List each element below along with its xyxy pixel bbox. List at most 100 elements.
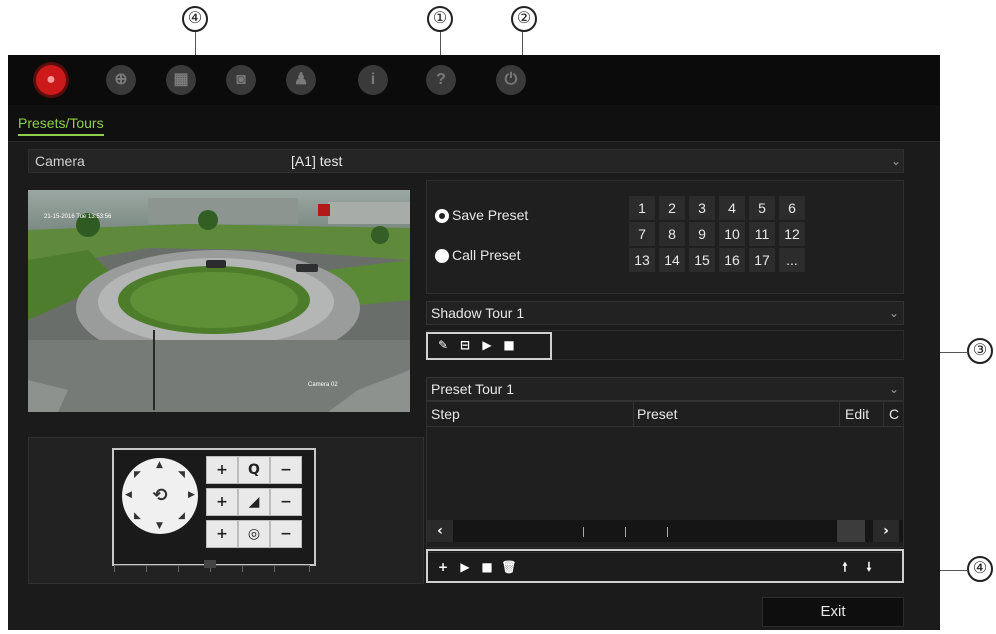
column-header-c: C — [889, 406, 900, 422]
pan-left-icon[interactable]: ◀ — [125, 490, 132, 500]
hdd-icon[interactable]: ◙ — [226, 65, 256, 95]
pan-up-icon[interactable]: ▲ — [156, 460, 163, 470]
preset-button-6[interactable]: 6 — [779, 196, 805, 220]
focus-near-button[interactable]: + — [206, 488, 238, 516]
callout-3: ③ — [967, 338, 993, 364]
preset-button-17[interactable]: 17 — [749, 248, 775, 272]
auto-scan-icon[interactable]: ⟲ — [148, 484, 172, 508]
slider-tick — [114, 566, 115, 572]
tab-bar: Presets/Tours — [8, 105, 940, 142]
preset-panel: Save Preset Call Preset 1 2 3 4 5 6 7 8 … — [426, 180, 904, 294]
pan-down-left-icon[interactable]: ◣ — [134, 511, 141, 521]
table-header-divider — [427, 426, 903, 427]
preset-button-8[interactable]: 8 — [659, 222, 685, 246]
focus-far-button[interactable]: − — [270, 488, 302, 516]
info-icon[interactable]: i — [358, 65, 388, 95]
iris-controls: + ◎ − — [206, 520, 302, 548]
preset-button-3[interactable]: 3 — [689, 196, 715, 220]
scroll-tick — [583, 527, 584, 537]
preset-button-7[interactable]: 7 — [629, 222, 655, 246]
network-icon[interactable]: ▦ — [166, 65, 196, 95]
slider-tick — [242, 566, 243, 572]
zoom-icon: Q — [238, 456, 270, 484]
column-divider — [633, 402, 634, 426]
callout-4: ④ — [967, 556, 993, 582]
iris-open-button[interactable]: + — [206, 520, 238, 548]
scroll-tick — [667, 527, 668, 537]
pan-up-right-icon[interactable]: ◥ — [178, 470, 185, 480]
help-icon[interactable]: ? — [426, 65, 456, 95]
preset-button-10[interactable]: 10 — [719, 222, 745, 246]
preview-image — [28, 190, 410, 412]
pan-up-left-icon[interactable]: ◤ — [134, 470, 141, 480]
preset-button-12[interactable]: 12 — [779, 222, 805, 246]
camera-value: [A1] test — [291, 153, 343, 169]
preset-button-16[interactable]: 16 — [719, 248, 745, 272]
camera-label: Camera — [35, 153, 85, 169]
power-icon[interactable]: ⏻ — [496, 65, 526, 95]
zoom-controls: + Q − — [206, 456, 302, 484]
pan-down-right-icon[interactable]: ◢ — [178, 511, 185, 521]
chevron-down-icon: ⌄ — [891, 154, 902, 168]
iris-close-button[interactable]: − — [270, 520, 302, 548]
column-header-edit: Edit — [845, 406, 870, 422]
shadow-tour-label: Shadow Tour 1 — [431, 305, 525, 321]
column-divider — [883, 402, 884, 426]
focus-controls: + ◢ − — [206, 488, 302, 516]
preset-tour-highlight — [426, 549, 904, 583]
callout-5: ④ — [182, 6, 208, 32]
tab-presets-tours[interactable]: Presets/Tours — [18, 115, 104, 136]
scroll-right-button[interactable]: › — [873, 520, 899, 542]
shadow-tour-highlight — [426, 332, 552, 360]
horizontal-scrollbar[interactable]: ‹ › — [427, 520, 903, 542]
slider-tick — [146, 566, 147, 572]
preview-camera-label: Camera 02 — [308, 382, 338, 388]
preset-button-5[interactable]: 5 — [749, 196, 775, 220]
ptz-icon[interactable]: ⊕ — [106, 65, 136, 95]
column-divider — [839, 402, 840, 426]
preset-more-button[interactable]: ... — [779, 248, 805, 272]
ptz-direction-pad[interactable]: ▲ ▼ ◀ ▶ ◤ ◥ ◣ ◢ ⟲ — [122, 458, 198, 534]
iris-icon: ◎ — [238, 520, 270, 548]
slider-handle[interactable] — [204, 560, 216, 568]
pan-right-icon[interactable]: ▶ — [188, 490, 195, 500]
chevron-down-icon: ⌄ — [889, 306, 900, 320]
callout-2: ② — [511, 6, 537, 32]
live-preview: 21-15-2016 Tue 13:53:56 Camera 02 — [28, 190, 410, 412]
ptz-controls: ▲ ▼ ◀ ▶ ◤ ◥ ◣ ◢ ⟲ + Q − + ◢ − + ◎ − — [112, 448, 316, 566]
preset-tour-label: Preset Tour 1 — [431, 381, 515, 397]
column-header-preset: Preset — [637, 406, 678, 422]
scroll-tick — [625, 527, 626, 537]
shadow-tour-select[interactable]: Shadow Tour 1 ⌄ — [426, 301, 904, 325]
record-icon[interactable]: ● — [36, 65, 66, 95]
column-header-step: Step — [431, 406, 460, 422]
preset-button-1[interactable]: 1 — [629, 196, 655, 220]
slider-tick — [309, 566, 310, 572]
preview-timestamp: 21-15-2016 Tue 13:53:56 — [44, 214, 112, 220]
preset-button-4[interactable]: 4 — [719, 196, 745, 220]
scroll-left-button[interactable]: ‹ — [427, 520, 453, 542]
focus-icon: ◢ — [238, 488, 270, 516]
preset-button-13[interactable]: 13 — [629, 248, 655, 272]
save-preset-radio[interactable] — [435, 209, 449, 223]
preset-button-15[interactable]: 15 — [689, 248, 715, 272]
user-icon[interactable]: ♟ — [286, 65, 316, 95]
preset-button-9[interactable]: 9 — [689, 222, 715, 246]
exit-button[interactable]: Exit — [762, 597, 904, 627]
zoom-in-button[interactable]: + — [206, 456, 238, 484]
preset-button-11[interactable]: 11 — [749, 222, 775, 246]
pan-down-icon[interactable]: ▼ — [156, 521, 163, 531]
preset-tour-select[interactable]: Preset Tour 1 ⌄ — [426, 377, 904, 401]
camera-select[interactable]: Camera [A1] test ⌄ — [28, 149, 904, 173]
call-preset-radio[interactable] — [435, 249, 449, 263]
callout-1: ① — [427, 6, 453, 32]
zoom-out-button[interactable]: − — [270, 456, 302, 484]
preset-button-2[interactable]: 2 — [659, 196, 685, 220]
slider-tick — [274, 566, 275, 572]
main-toolbar: ● ⊕ ▦ ◙ ♟ i ? ⏻ — [8, 55, 940, 105]
chevron-down-icon: ⌄ — [889, 382, 900, 396]
preset-button-14[interactable]: 14 — [659, 248, 685, 272]
ptz-control-panel: ▲ ▼ ◀ ▶ ◤ ◥ ◣ ◢ ⟲ + Q − + ◢ − + ◎ − — [28, 437, 424, 584]
ptz-speed-slider[interactable] — [114, 556, 310, 574]
scroll-thumb[interactable] — [837, 520, 865, 542]
